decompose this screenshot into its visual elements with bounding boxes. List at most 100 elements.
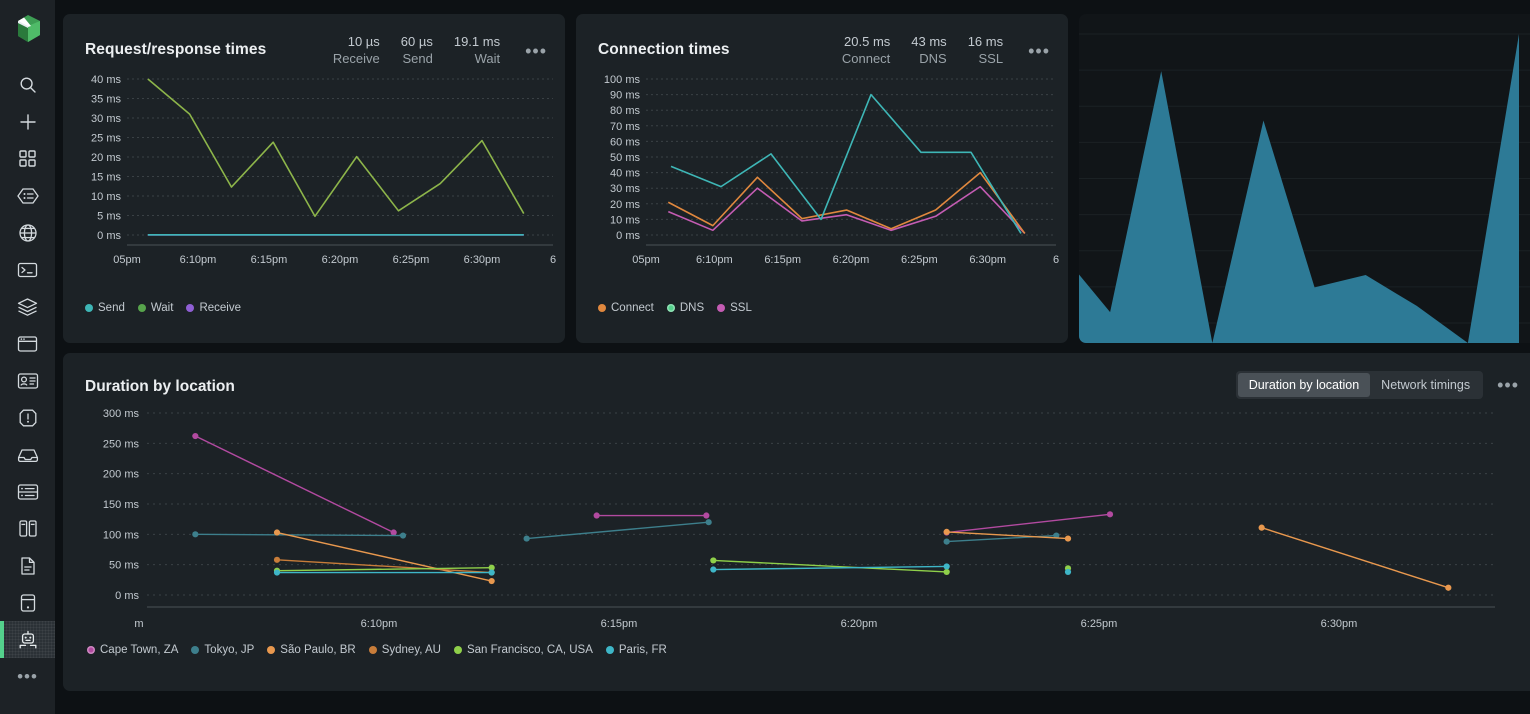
legend-item-receive[interactable]: Receive xyxy=(186,302,241,314)
x-axis-tick: 6:10pm xyxy=(696,254,733,266)
y-axis-tick: 35 ms xyxy=(91,94,121,106)
sidebar-item-database[interactable] xyxy=(0,584,55,621)
plus-icon xyxy=(18,112,38,132)
panel-menu-button[interactable]: ••• xyxy=(1493,376,1521,394)
layers-icon xyxy=(17,297,38,317)
data-point xyxy=(944,563,950,569)
legend-label: Receive xyxy=(199,302,241,314)
stat-label: Connect xyxy=(842,51,890,68)
sidebar-item-dashboards[interactable] xyxy=(0,140,55,177)
y-axis-tick: 40 ms xyxy=(610,168,640,180)
chart-legend: Send Wait Receive xyxy=(63,297,565,314)
server-icon xyxy=(17,483,39,501)
sidebar-item-add[interactable] xyxy=(0,103,55,140)
sidebar-item-stack[interactable] xyxy=(0,288,55,325)
data-point xyxy=(1107,511,1113,517)
legend-color-swatch xyxy=(85,304,93,312)
sidebar-item-terminal[interactable] xyxy=(0,251,55,288)
series-segment xyxy=(195,534,403,535)
y-axis-tick: 50 ms xyxy=(610,152,640,164)
chart-canvas: 100 ms90 ms80 ms70 ms60 ms50 ms40 ms30 m… xyxy=(576,67,1068,297)
main-content: Request/response times 10 µs Receive 60 … xyxy=(55,0,1530,714)
data-point xyxy=(710,566,716,572)
x-axis-tick: 6:20pm xyxy=(841,618,878,630)
y-axis-tick: 90 ms xyxy=(610,90,640,102)
sidebar-item-profiles[interactable] xyxy=(0,362,55,399)
inbox-icon xyxy=(17,446,39,463)
legend-color-swatch xyxy=(606,646,614,654)
x-axis-tick: 6:30pm xyxy=(464,254,501,266)
sidebar-item-inbox[interactable] xyxy=(0,436,55,473)
sidebar-item-alerting[interactable] xyxy=(0,399,55,436)
area-series xyxy=(1079,34,1519,343)
x-axis-tick: 6:25pm xyxy=(1081,618,1118,630)
stat-send: 60 µs Send xyxy=(401,34,433,67)
legend-item-ssl[interactable]: SSL xyxy=(717,302,752,314)
panel-stats: 20.5 ms Connect 43 ms DNS 16 ms SSL ••• xyxy=(842,34,1052,67)
stat-ssl: 16 ms SSL xyxy=(968,34,1003,67)
series-segment xyxy=(947,514,1110,532)
sidebar: ••• xyxy=(0,0,55,714)
x-axis-tick: 6:30pm xyxy=(1321,618,1358,630)
legend-item-cape-town[interactable]: Cape Town, ZA xyxy=(87,644,178,656)
sidebar-item-synthetics[interactable] xyxy=(0,214,55,251)
series-line-dns xyxy=(671,95,1021,234)
x-axis-tick: 6 xyxy=(550,254,556,266)
panel-stats: 10 µs Receive 60 µs Send 19.1 ms Wait ••… xyxy=(333,34,549,67)
stat-connect: 20.5 ms Connect xyxy=(842,34,890,67)
x-axis-tick: m xyxy=(134,618,143,630)
search-icon xyxy=(18,75,38,95)
sidebar-item-bots[interactable] xyxy=(0,621,55,658)
y-axis-tick: 20 ms xyxy=(610,199,640,211)
grafana-logo[interactable] xyxy=(11,10,45,50)
data-point xyxy=(192,433,198,439)
area-chart-canvas xyxy=(1079,14,1530,343)
app-root: ••• Request/response times 10 µs Receive… xyxy=(0,0,1530,714)
stat-label: Send xyxy=(401,51,433,68)
more-dots-icon: ••• xyxy=(17,668,38,685)
data-point xyxy=(1065,535,1071,541)
panel-menu-button[interactable]: ••• xyxy=(521,34,549,60)
legend-color-swatch xyxy=(667,304,675,312)
y-axis-tick: 0 ms xyxy=(97,230,121,242)
y-axis-tick: 10 ms xyxy=(610,215,640,227)
panel-duration-by-location: Duration by location Duration by locatio… xyxy=(63,353,1530,691)
stat-dns: 43 ms DNS xyxy=(911,34,946,67)
legend-label: Sydney, AU xyxy=(382,644,441,656)
panel-header: Connection times 20.5 ms Connect 43 ms D… xyxy=(576,14,1068,67)
legend-item-tokyo[interactable]: Tokyo, JP xyxy=(191,644,254,656)
sidebar-item-columns[interactable] xyxy=(0,510,55,547)
tab-network-timings[interactable]: Network timings xyxy=(1370,373,1481,397)
tab-duration-by-location[interactable]: Duration by location xyxy=(1238,373,1370,397)
sidebar-item-servers[interactable] xyxy=(0,473,55,510)
panel-menu-button[interactable]: ••• xyxy=(1024,34,1052,60)
legend-label: São Paulo, BR xyxy=(280,644,355,656)
legend-item-sao-paulo[interactable]: São Paulo, BR xyxy=(267,644,355,656)
y-axis-tick: 80 ms xyxy=(610,105,640,117)
legend-item-paris[interactable]: Paris, FR xyxy=(606,644,667,656)
legend-item-dns[interactable]: DNS xyxy=(667,302,704,314)
data-point xyxy=(489,569,495,575)
y-axis-tick: 60 ms xyxy=(610,137,640,149)
series-segment xyxy=(713,560,946,572)
legend-item-wait[interactable]: Wait xyxy=(138,302,174,314)
sidebar-item-explore[interactable] xyxy=(0,177,55,214)
sidebar-item-frontend[interactable] xyxy=(0,325,55,362)
grid-icon xyxy=(18,149,37,168)
legend-color-swatch xyxy=(369,646,377,654)
stat-label: Wait xyxy=(454,51,500,68)
data-point xyxy=(1065,569,1071,575)
x-axis-tick: 6 xyxy=(1053,254,1059,266)
hexagon-icon xyxy=(17,186,39,206)
legend-item-send[interactable]: Send xyxy=(85,302,125,314)
sidebar-item-document[interactable] xyxy=(0,547,55,584)
legend-item-san-francisco[interactable]: San Francisco, CA, USA xyxy=(454,644,593,656)
terminal-icon xyxy=(17,261,38,279)
legend-item-connect[interactable]: Connect xyxy=(598,302,654,314)
data-point xyxy=(944,569,950,575)
sidebar-item-search[interactable] xyxy=(0,66,55,103)
stat-wait: 19.1 ms Wait xyxy=(454,34,500,67)
sidebar-item-more[interactable]: ••• xyxy=(0,658,55,695)
legend-item-sydney[interactable]: Sydney, AU xyxy=(369,644,441,656)
data-point xyxy=(1445,585,1451,591)
